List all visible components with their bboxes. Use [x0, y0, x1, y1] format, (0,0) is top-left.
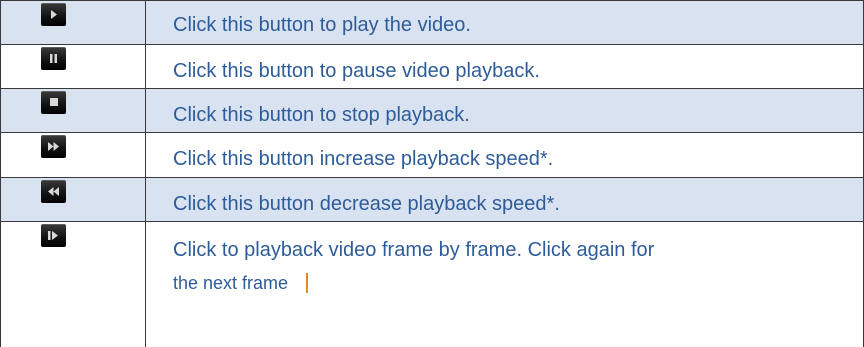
stop-icon	[41, 91, 66, 114]
description-cell: Click this button to play the video.	[146, 1, 863, 44]
row-description: Click this button to stop playback.	[173, 104, 470, 126]
description-cell: Click to playback video frame by frame. …	[146, 222, 863, 347]
icon-cell	[1, 178, 146, 221]
description-cell: Click this button increase playback spee…	[146, 133, 863, 177]
playback-controls-table: Click this button to play the video. Cli…	[0, 0, 864, 347]
row-description-line2: the next frame	[173, 273, 289, 293]
icon-cell	[1, 89, 146, 132]
play-icon	[41, 3, 66, 26]
table-row: Click to playback video frame by frame. …	[0, 221, 864, 347]
pause-icon	[41, 47, 66, 70]
table-row: Click this button to stop playback.	[0, 88, 864, 132]
row-description: Click this button decrease playback spee…	[173, 193, 560, 215]
row-description-line1: Click to playback video frame by frame. …	[173, 239, 655, 261]
icon-cell	[1, 133, 146, 177]
row-description: Click this button to pause video playbac…	[173, 60, 540, 82]
frame-step-icon	[41, 224, 66, 247]
row-description: Click this button increase playback spee…	[173, 148, 554, 170]
description-cell: Click this button to stop playback.	[146, 89, 863, 132]
description-cell: Click this button decrease playback spee…	[146, 178, 863, 221]
table-row: Click this button to play the video.	[0, 0, 864, 44]
description-cell: Click this button to pause video playbac…	[146, 45, 863, 88]
fast-forward-icon	[41, 135, 66, 158]
icon-cell	[1, 222, 146, 347]
row-description: Click this button to play the video.	[173, 14, 471, 36]
icon-cell	[1, 45, 146, 88]
table-row: Click this button to pause video playbac…	[0, 44, 864, 88]
table-row: Click this button increase playback spee…	[0, 132, 864, 177]
table-row: Click this button decrease playback spee…	[0, 177, 864, 221]
text-cursor	[306, 273, 308, 293]
rewind-icon	[41, 180, 66, 203]
icon-cell	[1, 1, 146, 44]
